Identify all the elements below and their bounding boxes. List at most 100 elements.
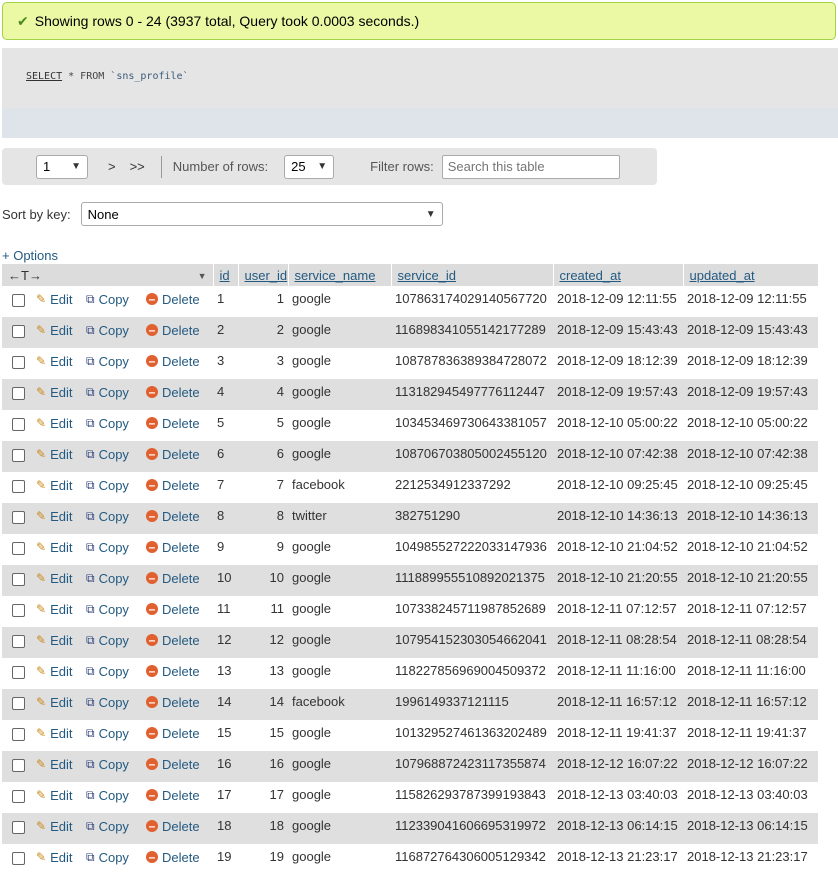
edit-button[interactable]: ✎ Edit <box>36 602 72 617</box>
cell-created-at[interactable]: 2018-12-11 11:16:00 <box>553 658 683 689</box>
cell-user-id[interactable]: 13 <box>238 658 288 689</box>
row-checkbox[interactable] <box>12 294 25 307</box>
sql-query[interactable]: SELECT * FROM `sns_profile` <box>26 71 189 82</box>
table-row[interactable]: ✎ Edit ⧉ Copy – Delete 6 6 google 108706703805002… <box>2 441 818 472</box>
cell-id[interactable]: 13 <box>213 658 238 689</box>
column-header-id[interactable]: id <box>213 264 239 286</box>
table-row[interactable]: ✎ Edit ⧉ Copy – Delete 11 11 google 1073382457119… <box>2 596 818 627</box>
table-row[interactable]: ✎ Edit ⧉ Copy – Delete 7 7 facebook 2212534912337… <box>2 472 818 503</box>
cell-id[interactable]: 14 <box>213 689 238 720</box>
delete-button[interactable]: – Delete <box>146 354 200 369</box>
row-checkbox[interactable] <box>12 728 25 741</box>
delete-button[interactable]: – Delete <box>146 447 200 462</box>
cell-service-name[interactable]: google <box>288 317 391 348</box>
cell-updated-at[interactable]: 2018-12-09 12:11:55 <box>683 286 818 317</box>
cell-created-at[interactable]: 2018-12-10 09:25:45 <box>553 472 683 503</box>
edit-button[interactable]: ✎ Edit <box>36 664 72 679</box>
cell-service-name[interactable]: google <box>288 596 391 627</box>
cell-user-id[interactable]: 5 <box>238 410 288 441</box>
row-checkbox[interactable] <box>12 759 25 772</box>
table-row[interactable]: ✎ Edit ⧉ Copy – Delete 16 16 google 1079688724231… <box>2 751 818 782</box>
cell-created-at[interactable]: 2018-12-09 19:57:43 <box>553 379 683 410</box>
column-header-user-id[interactable]: user_id <box>238 264 289 286</box>
cell-service-name[interactable]: google <box>288 286 391 317</box>
row-checkbox[interactable] <box>12 542 25 555</box>
copy-button[interactable]: ⧉ Copy <box>86 416 129 431</box>
table-row[interactable]: ✎ Edit ⧉ Copy – Delete 5 5 google 103453469730643… <box>2 410 818 441</box>
cell-created-at[interactable]: 2018-12-11 16:57:12 <box>553 689 683 720</box>
table-row[interactable]: ✎ Edit ⧉ Copy – Delete 2 2 google 116898341055142… <box>2 317 818 348</box>
cell-service-name[interactable]: google <box>288 379 391 410</box>
cell-service-name[interactable]: facebook <box>288 689 391 720</box>
cell-id[interactable]: 10 <box>213 565 238 596</box>
cell-service-id[interactable]: 107863174029140567720 <box>391 286 553 317</box>
table-row[interactable]: ✎ Edit ⧉ Copy – Delete 17 17 google 1158262937873… <box>2 782 818 813</box>
row-checkbox[interactable] <box>12 790 25 803</box>
cell-id[interactable]: 16 <box>213 751 238 782</box>
edit-button[interactable]: ✎ Edit <box>36 788 72 803</box>
table-row[interactable]: ✎ Edit ⧉ Copy – Delete 3 3 google 108787836389384… <box>2 348 818 379</box>
cell-updated-at[interactable]: 2018-12-09 15:43:43 <box>683 317 818 348</box>
cell-created-at[interactable]: 2018-12-13 21:23:17 <box>553 844 683 875</box>
edit-button[interactable]: ✎ Edit <box>36 478 72 493</box>
cell-user-id[interactable]: 3 <box>238 348 288 379</box>
cell-updated-at[interactable]: 2018-12-10 21:20:55 <box>683 565 818 596</box>
cell-created-at[interactable]: 2018-12-10 07:42:38 <box>553 441 683 472</box>
edit-button[interactable]: ✎ Edit <box>36 695 72 710</box>
row-checkbox[interactable] <box>12 573 25 586</box>
table-row[interactable]: ✎ Edit ⧉ Copy – Delete 8 8 twitter 382751290 2018-… <box>2 503 818 534</box>
edit-button[interactable]: ✎ Edit <box>36 819 72 834</box>
delete-button[interactable]: – Delete <box>146 850 200 865</box>
delete-button[interactable]: – Delete <box>146 571 200 586</box>
cell-created-at[interactable]: 2018-12-11 08:28:54 <box>553 627 683 658</box>
cell-id[interactable]: 12 <box>213 627 238 658</box>
cell-id[interactable]: 19 <box>213 844 238 875</box>
page-select[interactable]: 1 ▼ <box>36 154 88 179</box>
copy-button[interactable]: ⧉ Copy <box>86 757 129 772</box>
sql-keyword-select[interactable]: SELECT <box>26 71 62 82</box>
cell-user-id[interactable]: 14 <box>238 689 288 720</box>
copy-button[interactable]: ⧉ Copy <box>86 571 129 586</box>
copy-button[interactable]: ⧉ Copy <box>86 323 129 338</box>
cell-service-name[interactable]: google <box>288 565 391 596</box>
cell-service-id[interactable]: 103453469730643381057 <box>391 410 553 441</box>
cell-updated-at[interactable]: 2018-12-12 16:07:22 <box>683 751 818 782</box>
column-header-service-name[interactable]: service_name <box>288 264 392 286</box>
edit-button[interactable]: ✎ Edit <box>36 571 72 586</box>
row-checkbox[interactable] <box>12 325 25 338</box>
cell-updated-at[interactable]: 2018-12-11 08:28:54 <box>683 627 818 658</box>
cell-service-name[interactable]: google <box>288 410 391 441</box>
cell-user-id[interactable]: 10 <box>238 565 288 596</box>
delete-button[interactable]: – Delete <box>146 726 200 741</box>
cell-id[interactable]: 18 <box>213 813 238 844</box>
row-checkbox[interactable] <box>12 697 25 710</box>
table-row[interactable]: ✎ Edit ⧉ Copy – Delete 9 9 google 104985527222033… <box>2 534 818 565</box>
cell-service-id[interactable]: 115826293787399193843 <box>391 782 553 813</box>
cell-id[interactable]: 7 <box>213 472 238 503</box>
edit-button[interactable]: ✎ Edit <box>36 509 72 524</box>
copy-button[interactable]: ⧉ Copy <box>86 602 129 617</box>
cell-service-id[interactable]: 113182945497776112447 <box>391 379 553 410</box>
cell-service-id[interactable]: 116872764306005129342 <box>391 844 553 875</box>
row-checkbox[interactable] <box>12 387 25 400</box>
cell-service-name[interactable]: google <box>288 627 391 658</box>
copy-button[interactable]: ⧉ Copy <box>86 478 129 493</box>
cell-updated-at[interactable]: 2018-12-10 07:42:38 <box>683 441 818 472</box>
cell-service-name[interactable]: google <box>288 844 391 875</box>
cell-id[interactable]: 11 <box>213 596 238 627</box>
copy-button[interactable]: ⧉ Copy <box>86 540 129 555</box>
cell-service-name[interactable]: google <box>288 782 391 813</box>
cell-created-at[interactable]: 2018-12-12 16:07:22 <box>553 751 683 782</box>
cell-service-name[interactable]: google <box>288 348 391 379</box>
table-row[interactable]: ✎ Edit ⧉ Copy – Delete 1 1 google 107863174029140… <box>2 286 818 317</box>
delete-button[interactable]: – Delete <box>146 292 200 307</box>
edit-button[interactable]: ✎ Edit <box>36 757 72 772</box>
cell-created-at[interactable]: 2018-12-10 21:20:55 <box>553 565 683 596</box>
cell-service-id[interactable]: 118227856969004509372 <box>391 658 553 689</box>
cell-id[interactable]: 2 <box>213 317 238 348</box>
copy-button[interactable]: ⧉ Copy <box>86 354 129 369</box>
delete-button[interactable]: – Delete <box>146 695 200 710</box>
cell-updated-at[interactable]: 2018-12-13 03:40:03 <box>683 782 818 813</box>
last-page-button[interactable]: >> <box>130 159 145 174</box>
cell-service-id[interactable]: 107338245711987852689 <box>391 596 553 627</box>
